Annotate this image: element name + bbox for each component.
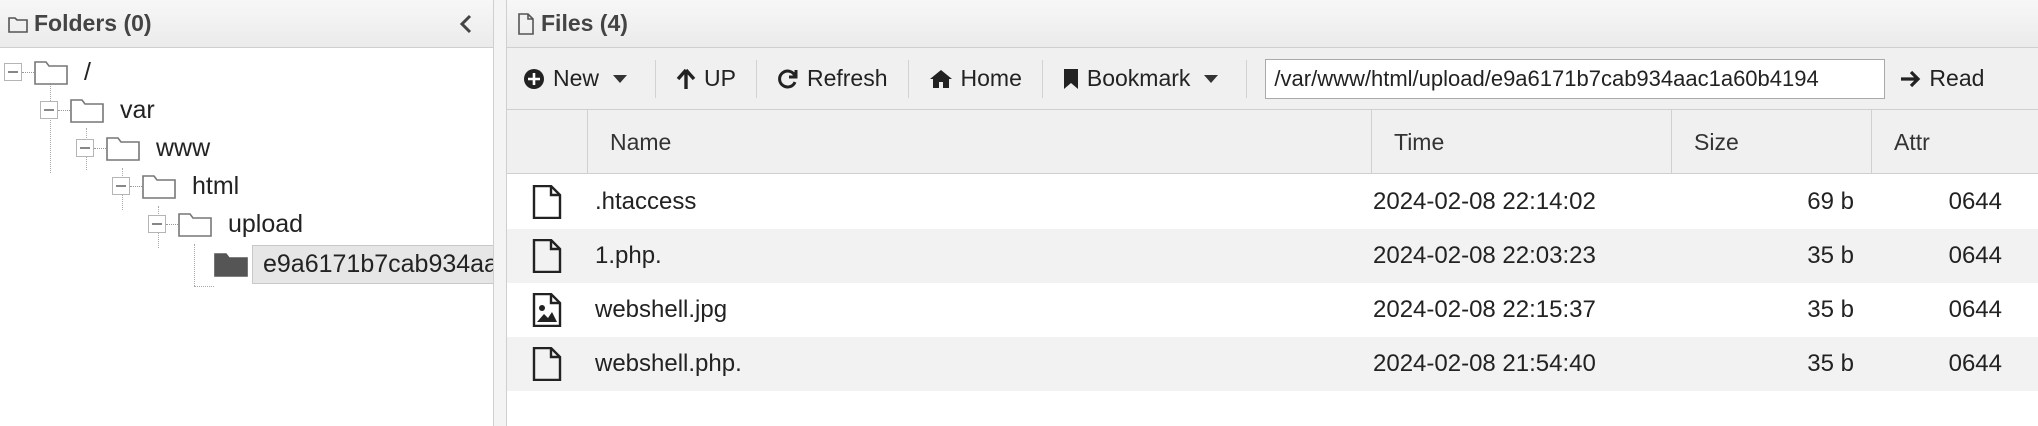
- refresh-button[interactable]: Refresh: [765, 57, 900, 101]
- refresh-icon: [778, 69, 798, 88]
- up-button-label: UP: [704, 65, 736, 91]
- file-icon: [507, 229, 587, 283]
- tree-node-upload[interactable]: upload: [148, 204, 307, 244]
- image-file-icon: [507, 283, 587, 337]
- tree-node-label: www: [156, 133, 211, 162]
- home-button-label: Home: [960, 65, 1022, 91]
- column-header-name[interactable]: Name: [587, 110, 1371, 174]
- files-panel-header: Files (4): [507, 0, 2038, 48]
- file-icon: [507, 337, 587, 391]
- home-icon: [929, 69, 952, 88]
- files-panel-title: Files (4): [541, 10, 628, 36]
- tree-node-label: html: [192, 171, 240, 200]
- tree-node-root[interactable]: /: [4, 52, 95, 92]
- file-time: 2024-02-08 21:54:40: [1373, 350, 1596, 377]
- table-row[interactable]: webshell.jpg 2024-02-08 22:15:37 35 b 06…: [507, 283, 2038, 337]
- folders-panel-header: Folders (0): [0, 0, 493, 48]
- file-size: 69 b: [1807, 188, 1854, 215]
- file-time: 2024-02-08 22:14:02: [1373, 188, 1596, 215]
- arrow-up-icon: [676, 68, 696, 89]
- folder-icon: [106, 135, 140, 161]
- folder-icon: [34, 59, 68, 85]
- chevron-left-icon: [459, 14, 472, 34]
- collapse-node-icon[interactable]: [76, 139, 94, 157]
- arrow-right-icon: [1901, 70, 1921, 87]
- plus-circle-icon: [524, 68, 544, 89]
- file-attr: 0644: [1948, 242, 2002, 269]
- tree-node-label: /: [84, 57, 91, 86]
- read-button[interactable]: Read: [1885, 57, 1996, 101]
- path-input[interactable]: [1265, 58, 1886, 99]
- files-toolbar: New UP Refresh Home Bookmark /var/www/ht…: [507, 48, 2038, 110]
- folder-icon: [142, 173, 176, 199]
- tree-node-var[interactable]: var: [40, 90, 159, 130]
- bookmark-button[interactable]: Bookmark: [1051, 57, 1239, 101]
- file-outline-icon: [518, 12, 534, 35]
- folder-icon: [70, 97, 104, 123]
- file-icon: [507, 175, 587, 229]
- collapse-node-icon[interactable]: [148, 215, 166, 233]
- file-attr: 0644: [1948, 296, 2002, 323]
- file-name: webshell.php.: [595, 350, 742, 377]
- tree-node-html[interactable]: html: [112, 166, 243, 206]
- refresh-button-label: Refresh: [806, 65, 888, 91]
- panel-splitter[interactable]: [493, 0, 507, 426]
- folder-filled-icon: [214, 251, 248, 277]
- files-panel: Files (4) New UP Refresh Home Bookmark /…: [507, 0, 2038, 426]
- folders-panel: Folders (0) / var www html upload e9a617…: [0, 0, 493, 426]
- home-button[interactable]: Home: [917, 57, 1034, 101]
- file-name: .htaccess: [595, 188, 697, 215]
- file-size: 35 b: [1807, 350, 1854, 377]
- tree-node-www[interactable]: www: [76, 128, 214, 168]
- column-header-size[interactable]: Size: [1671, 110, 1871, 174]
- file-attr: 0644: [1948, 188, 2002, 215]
- collapse-panel-button[interactable]: [453, 10, 479, 38]
- bookmark-icon: [1063, 68, 1078, 89]
- table-row[interactable]: webshell.php. 2024-02-08 21:54:40 35 b 0…: [507, 337, 2038, 391]
- folder-outline-icon: [8, 16, 28, 33]
- new-button-label: New: [553, 65, 600, 91]
- up-button[interactable]: UP: [664, 57, 748, 101]
- column-header-icon: [507, 110, 587, 174]
- table-header: Name Time Size Attr: [507, 110, 2038, 174]
- file-time: 2024-02-08 22:03:23: [1373, 242, 1596, 269]
- bookmark-button-label: Bookmark: [1086, 65, 1191, 91]
- tree-node-label-selected: e9a6171b7cab934aa: [252, 244, 493, 284]
- read-button-label: Read: [1929, 65, 1985, 91]
- file-name: webshell.jpg: [595, 296, 728, 323]
- file-attr: 0644: [1948, 350, 2002, 377]
- table-row[interactable]: 1.php. 2024-02-08 22:03:23 35 b 0644: [507, 229, 2038, 283]
- collapse-node-icon[interactable]: [40, 101, 58, 119]
- tree-node-label: var: [120, 95, 155, 124]
- caret-down-icon[interactable]: [613, 74, 628, 84]
- file-name: 1.php.: [595, 242, 662, 269]
- file-manager: Folders (0) / var www html upload e9a617…: [0, 0, 2038, 426]
- file-time: 2024-02-08 22:15:37: [1373, 296, 1596, 323]
- caret-down-icon[interactable]: [1204, 74, 1219, 84]
- folders-panel-title: Folders (0): [34, 10, 152, 36]
- folder-tree: / var www html upload e9a6171b7cab934aa: [0, 48, 493, 426]
- new-button[interactable]: New: [523, 57, 647, 101]
- files-table: Name Time Size Attr .htaccess 2024-02-08…: [507, 110, 2038, 426]
- collapse-node-icon[interactable]: [4, 63, 22, 81]
- table-row[interactable]: .htaccess 2024-02-08 22:14:02 69 b 0644: [507, 175, 2038, 229]
- file-size: 35 b: [1807, 242, 1854, 269]
- column-header-time[interactable]: Time: [1371, 110, 1671, 174]
- folder-icon: [178, 211, 212, 237]
- file-size: 35 b: [1807, 296, 1854, 323]
- tree-node-selected-folder[interactable]: e9a6171b7cab934aa: [214, 244, 493, 284]
- column-header-attr[interactable]: Attr: [1871, 110, 2038, 174]
- collapse-node-icon[interactable]: [112, 177, 130, 195]
- tree-node-label: upload: [228, 209, 304, 238]
